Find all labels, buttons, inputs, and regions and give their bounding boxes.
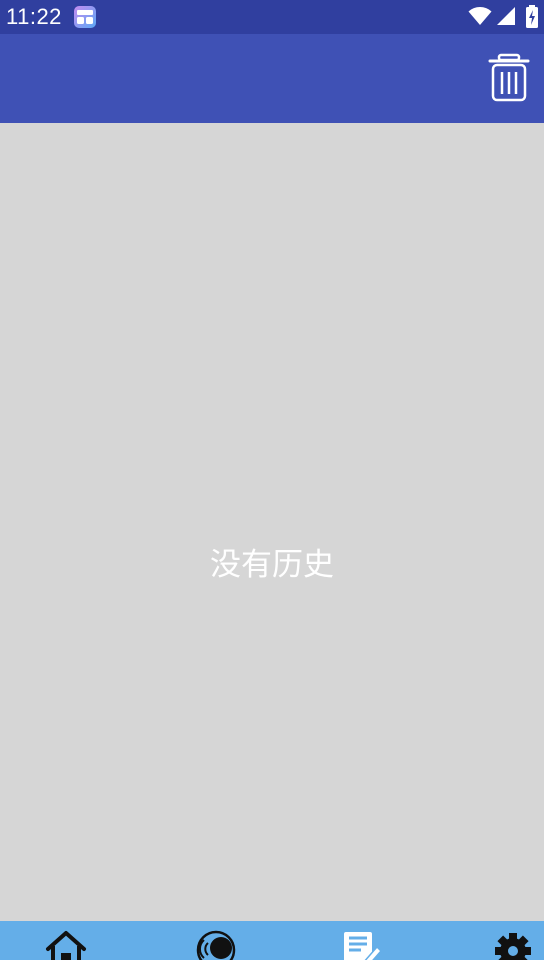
voice-icon	[196, 930, 236, 960]
history-list-area: 没有历史	[0, 123, 544, 921]
wifi-icon	[468, 6, 492, 30]
notification-app-icon	[73, 5, 97, 29]
status-bar: 11:22	[0, 0, 544, 34]
nav-voice[interactable]	[192, 929, 240, 960]
signal-icon	[496, 6, 516, 30]
nav-settings[interactable]	[489, 929, 537, 960]
trash-icon	[488, 53, 530, 102]
nav-notes[interactable]	[337, 929, 385, 960]
bottom-navigation	[0, 921, 544, 960]
battery-icon	[524, 5, 540, 33]
empty-history-message: 没有历史	[210, 547, 334, 583]
app-bar	[0, 34, 544, 123]
notes-icon	[344, 932, 383, 960]
nav-home[interactable]	[42, 929, 90, 960]
home-icon	[46, 931, 86, 960]
delete-history-button[interactable]	[486, 52, 532, 104]
screen: 11:22 没有历史	[0, 0, 544, 960]
settings-icon	[495, 933, 531, 960]
status-time: 11:22	[6, 4, 62, 29]
